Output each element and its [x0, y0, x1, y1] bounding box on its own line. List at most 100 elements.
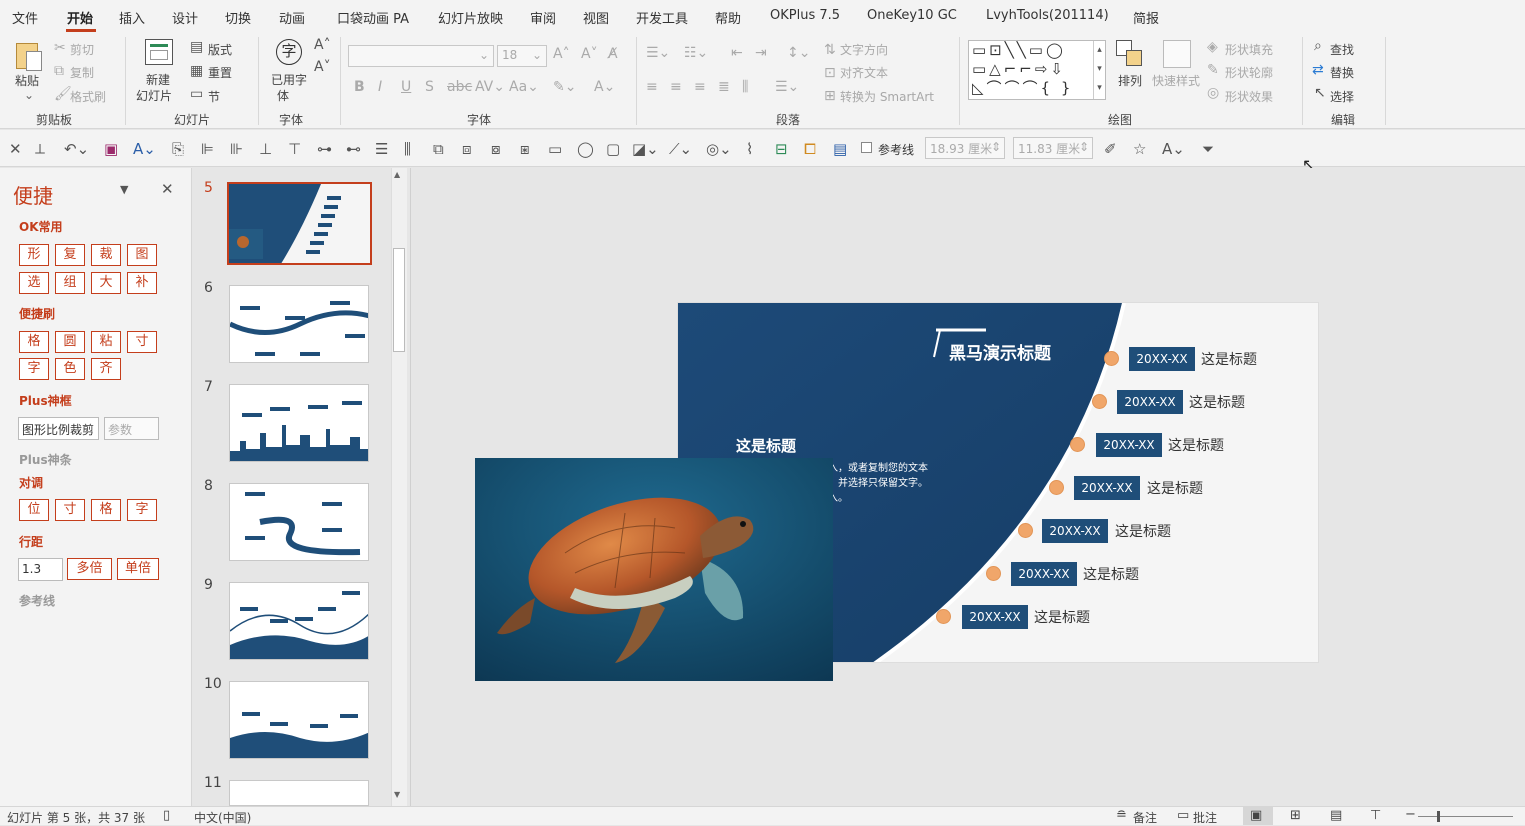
brush-font-button[interactable]: 字 — [19, 358, 49, 380]
justify-icon[interactable]: ≣ — [718, 79, 730, 95]
panel-close-icon[interactable]: ✕ — [161, 180, 174, 198]
brush-size-button[interactable]: 寸 — [127, 331, 157, 353]
menu-help[interactable]: 帮助 — [715, 8, 741, 27]
menu-transitions[interactable]: 切换 — [225, 8, 251, 27]
menu-animations[interactable]: 动画 — [279, 8, 305, 27]
panel-dropdown-icon[interactable]: ▼ — [120, 183, 128, 196]
ellipse-tool-icon[interactable]: ◯ — [577, 140, 594, 158]
zoom-slider-thumb[interactable] — [1437, 811, 1440, 822]
timeline-date-badge[interactable]: 20XX-XX — [1042, 519, 1108, 543]
shape-effects-button[interactable]: 形状效果 — [1225, 88, 1273, 105]
thumbnail-slide-10[interactable] — [229, 681, 369, 759]
brush-align-button[interactable]: 齐 — [91, 358, 121, 380]
shadow-icon[interactable]: S — [425, 79, 434, 95]
char-spacing-icon[interactable]: AV⌄ — [475, 79, 505, 95]
menu-onekey[interactable]: OneKey10 GC — [867, 8, 957, 23]
ok-size-button[interactable]: 大 — [91, 272, 121, 294]
align-bottom-tool-icon[interactable]: ⊥ — [259, 140, 272, 158]
quick-styles-button[interactable]: 快速样式 — [1152, 72, 1200, 89]
italic-icon[interactable]: I — [378, 79, 382, 95]
notes-button[interactable]: 备注 — [1133, 809, 1157, 826]
menu-okplus[interactable]: OKPlus 7.5 — [770, 8, 840, 23]
align-top-tool-icon[interactable]: ⊤ — [288, 140, 301, 158]
timeline-date-badge[interactable]: 20XX-XX — [1011, 562, 1077, 586]
customize-toolbar-icon[interactable]: ⏷ — [1202, 140, 1214, 158]
new-slide-icon[interactable] — [145, 39, 173, 65]
menu-pocket-animation[interactable]: 口袋动画 PA — [337, 8, 409, 27]
menu-developer[interactable]: 开发工具 — [636, 8, 688, 27]
comments-button[interactable]: 批注 — [1193, 809, 1217, 826]
line-spacing-input[interactable]: 1.3 — [18, 558, 63, 581]
normal-view-icon[interactable]: ▣ — [1250, 808, 1262, 823]
format-painter-button[interactable]: 格式刷 — [70, 88, 106, 105]
swap-text-button[interactable]: 字 — [127, 499, 157, 521]
ok-fill-button[interactable]: 补 — [127, 272, 157, 294]
align-text-button[interactable]: 对齐文本 — [840, 64, 888, 81]
select-button[interactable]: 选择 — [1330, 88, 1354, 105]
thumbnail-slide-9[interactable] — [229, 582, 369, 660]
increase-font-icon[interactable]: A˄ — [553, 46, 570, 62]
bold-icon[interactable]: B — [354, 79, 365, 95]
copy-button[interactable]: 复制 — [70, 64, 94, 81]
change-case-icon[interactable]: Aa⌄ — [509, 79, 539, 95]
format-brush-icon[interactable]: ⌇ — [746, 140, 753, 158]
shape-outline-button[interactable]: 形状轮廓 — [1225, 64, 1273, 81]
text-color-tool-icon[interactable]: A⌄ — [1162, 140, 1185, 158]
thumbnail-slide-7[interactable] — [229, 384, 369, 462]
numbering-icon[interactable]: ☷⌄ — [684, 45, 708, 61]
menu-insert[interactable]: 插入 — [119, 8, 145, 27]
align-left-icon[interactable]: ≡ — [646, 79, 658, 95]
menu-briefing[interactable]: 简报 — [1133, 8, 1159, 27]
slideshow-view-icon[interactable]: ⊤ — [1370, 808, 1381, 823]
image-tool-icon[interactable]: ⧠ — [804, 140, 816, 158]
spell-check-icon[interactable]: ▯ — [163, 808, 170, 823]
thumbnails-scrollbar[interactable]: ▲ ▼ — [391, 168, 407, 806]
ok-group-button[interactable]: 组 — [55, 272, 85, 294]
shapes-tool-icon[interactable]: ◪⌄ — [632, 140, 659, 158]
crop-ratio-input[interactable]: 图形比例裁剪 — [18, 417, 99, 440]
align-center-icon[interactable]: ≡ — [670, 79, 682, 95]
align-center-tool-icon[interactable]: ⊷ — [346, 140, 361, 158]
width-field[interactable]: 18.93 厘米 ⇕ — [925, 137, 1005, 159]
menu-file[interactable]: 文件 — [12, 8, 38, 27]
distribute-v-icon[interactable]: ☰ — [375, 140, 388, 158]
timeline-item-title[interactable]: 这是标题 — [1034, 607, 1090, 627]
slide-body-text[interactable]: 入，或者复制您的文本 ，并选择只保留文字。 入。 — [828, 461, 928, 506]
align-middle-tool-icon[interactable]: ⊶ — [317, 140, 332, 158]
timeline-date-badge[interactable]: 20XX-XX — [1129, 347, 1195, 371]
arrange-button[interactable]: 排列 — [1118, 72, 1142, 89]
shrink-font-icon[interactable]: A˅ — [314, 59, 331, 75]
section-button[interactable]: 节 — [208, 88, 220, 105]
menu-design[interactable]: 设计 — [172, 8, 198, 27]
line-spacing-icon[interactable]: ↕⌄ — [787, 45, 810, 61]
height-field[interactable]: 11.83 厘米 ⇕ — [1013, 137, 1093, 159]
paint-icon[interactable]: ✐ — [1104, 140, 1117, 158]
quick-styles-icon[interactable] — [1163, 40, 1191, 68]
font-color-icon[interactable]: A⌄ — [594, 79, 615, 95]
zoom-out-icon[interactable]: − — [1405, 807, 1416, 822]
reset-button[interactable]: 重置 — [208, 64, 232, 81]
decrease-indent-icon[interactable]: ⇤ — [731, 45, 743, 61]
underline-icon[interactable]: U — [401, 79, 411, 95]
clear-format-icon[interactable]: A̸ — [608, 46, 618, 62]
turtle-photo[interactable] — [475, 458, 833, 681]
paste-button[interactable]: 粘贴 — [15, 72, 39, 89]
timeline-item-title[interactable]: 这是标题 — [1115, 521, 1171, 541]
rounded-rect-tool-icon[interactable]: ▢ — [606, 140, 620, 158]
export-icon[interactable]: ⎘ — [172, 140, 184, 158]
shapes-gallery[interactable]: ▭⊡╲╲▭◯ ▭△⌐⌐⇨⇩ ◺⌒⌒⌒{ } ▴ ▾ ▾ — [968, 40, 1106, 100]
zoom-slider[interactable] — [1418, 816, 1513, 817]
decrease-font-icon[interactable]: A˅ — [581, 46, 598, 62]
ungroup-icon[interactable]: ⧆ — [520, 140, 530, 158]
smartart-button[interactable]: 转换为 SmartArt — [840, 88, 934, 105]
ruler-icon[interactable]: ⊟ — [775, 140, 788, 158]
effects-tool-icon[interactable]: ◎⌄ — [706, 140, 732, 158]
align-left-tool-icon[interactable]: ⊫ — [201, 140, 214, 158]
columns-icon[interactable]: ☰⌄ — [775, 79, 799, 95]
swap-size-button[interactable]: 寸 — [55, 499, 85, 521]
group-icon[interactable]: ⧉ — [433, 140, 444, 158]
ok-shape-button[interactable]: 形 — [19, 244, 49, 266]
highlight-icon[interactable]: ✎⌄ — [553, 79, 576, 95]
swap-format-button[interactable]: 格 — [91, 499, 121, 521]
cut-button[interactable]: 剪切 — [70, 41, 94, 58]
